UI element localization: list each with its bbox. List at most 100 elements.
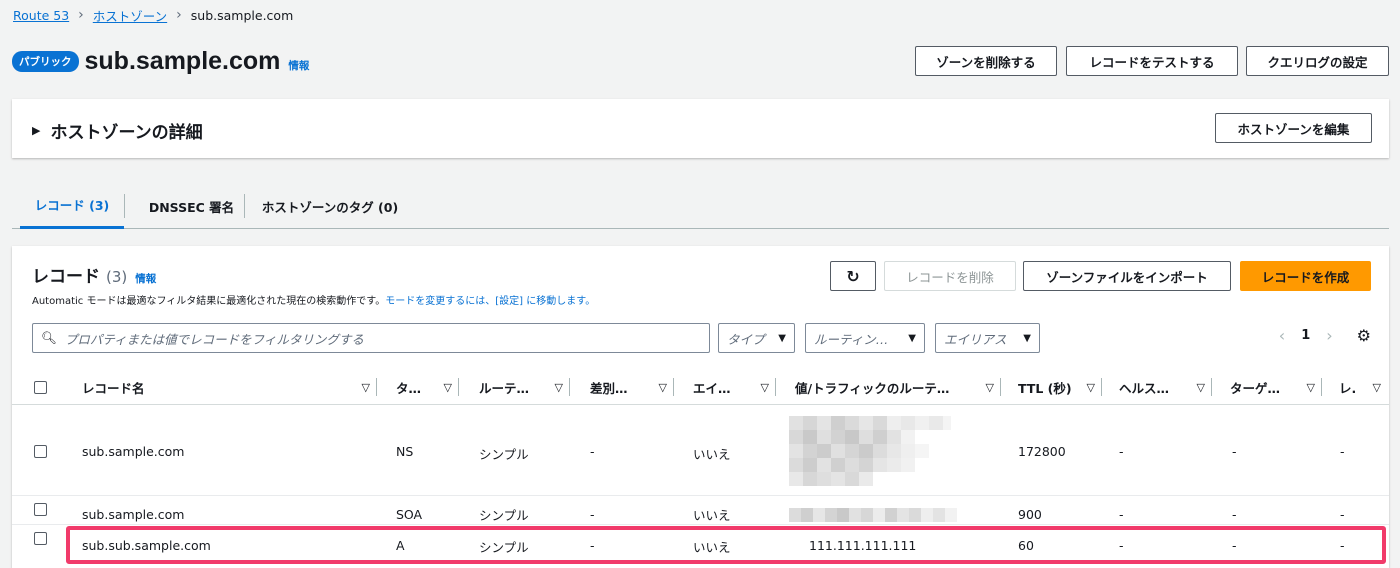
record-ttl: 60 xyxy=(1018,538,1034,553)
records-count: (3) xyxy=(106,268,128,286)
create-record-button[interactable]: レコードを作成 xyxy=(1240,261,1371,291)
records-heading: レコード (3) 情報 xyxy=(32,262,156,287)
caret-down-icon: ▼ xyxy=(908,332,916,344)
col-record-id[interactable]: レ. ▽ xyxy=(1339,369,1387,405)
record-routing: シンプル xyxy=(479,447,529,462)
select-all-checkbox[interactable] xyxy=(34,381,47,394)
record-routing: シンプル xyxy=(479,540,529,555)
col-value[interactable]: 値/トラフィックのルーテ… ▽ xyxy=(795,369,1000,405)
col-ttl[interactable]: TTL (秒) ▽ xyxy=(1018,369,1101,405)
settings-link[interactable]: モードを変更するには、[設定] に移動します。 xyxy=(385,296,595,307)
gear-icon[interactable]: ⚙ xyxy=(1357,326,1371,345)
row-checkbox[interactable] xyxy=(34,503,47,516)
sort-icon: ▽ xyxy=(1372,380,1381,394)
record-type: A xyxy=(396,538,405,553)
description-text: Automatic モードは最適なフィルタ結果に最適化された現在の検索動作です。 xyxy=(32,296,386,307)
edit-hosted-zone-button[interactable]: ホストゾーンを編集 xyxy=(1215,113,1372,143)
hosted-zone-details-panel: ▶ ホストゾーンの詳細 ホストゾーンを編集 xyxy=(12,99,1389,158)
sort-icon: ▽ xyxy=(361,380,370,394)
table-row[interactable]: sub.sample.com SOA シンプル - いいえ 900 - - - xyxy=(12,496,1389,525)
tab-dnssec[interactable]: DNSSEC 署名 xyxy=(139,183,244,229)
record-name: sub.sample.com xyxy=(82,507,185,522)
public-badge: パブリック xyxy=(12,50,79,72)
info-link[interactable]: 情報 xyxy=(288,58,309,73)
tab-divider xyxy=(124,194,125,218)
col-health[interactable]: ヘルス… ▽ xyxy=(1119,369,1211,405)
record-routing: シンプル xyxy=(479,508,529,523)
chevron-left-icon[interactable]: ‹ xyxy=(1279,326,1285,345)
breadcrumb-route53[interactable]: Route 53 xyxy=(13,8,69,23)
details-title: ホストゾーンの詳細 xyxy=(50,123,203,143)
import-zone-file-button[interactable]: ゾーンファイルをインポート xyxy=(1023,261,1231,291)
chevron-right-icon: › xyxy=(78,7,84,23)
records-description: Automatic モードは最適なフィルタ結果に最適化された現在の検索動作です。… xyxy=(32,292,595,307)
delete-zone-button[interactable]: ゾーンを削除する xyxy=(915,46,1057,76)
sort-icon: ▽ xyxy=(658,380,667,394)
col-alias[interactable]: エイ… ▽ xyxy=(693,369,775,405)
col-differentiator[interactable]: 差別… ▽ xyxy=(590,369,673,405)
tab-records[interactable]: レコード (3) xyxy=(20,183,124,229)
records-panel: レコード (3) 情報 Automatic モードは最適なフィルタ結果に最適化さ… xyxy=(12,246,1389,568)
record-differentiator: - xyxy=(590,507,595,522)
record-ttl: 172800 xyxy=(1018,444,1066,459)
sort-icon: ▽ xyxy=(554,380,563,394)
record-id: - xyxy=(1340,507,1345,522)
delete-record-button[interactable]: レコードを削除 xyxy=(884,261,1016,291)
type-filter-label: タイプ xyxy=(727,331,765,347)
type-filter-dropdown[interactable]: タイプ ▼ xyxy=(718,323,795,353)
refresh-button[interactable]: ↻ xyxy=(830,261,876,291)
record-alias: いいえ xyxy=(693,508,731,523)
col-target[interactable]: ターゲ… ▽ xyxy=(1230,369,1321,405)
record-id: - xyxy=(1340,444,1345,459)
alias-filter-label: エイリアス xyxy=(944,331,1007,347)
record-alias: いいえ xyxy=(693,447,731,462)
page-header: パブリック sub.sample.com 情報 xyxy=(12,44,309,78)
caret-down-icon: ▼ xyxy=(1023,332,1031,344)
table-header: レコード名 ▽ タ… ▽ ルーテ… ▽ 差別… ▽ エイ… ▽ 値/トラフィックのルーテ…… xyxy=(12,369,1389,405)
record-differentiator: - xyxy=(590,444,595,459)
routing-filter-dropdown[interactable]: ルーティン… ▼ xyxy=(805,323,925,353)
sort-icon: ▽ xyxy=(985,380,994,394)
breadcrumb-current: sub.sample.com xyxy=(190,7,294,23)
record-target: - xyxy=(1232,507,1237,522)
search-icon: 🔍︎ xyxy=(41,330,57,345)
record-health: - xyxy=(1119,444,1124,459)
test-record-button[interactable]: レコードをテストする xyxy=(1066,46,1238,76)
caret-right-icon: ▶ xyxy=(32,124,41,137)
col-record-name[interactable]: レコード名 ▽ xyxy=(82,369,376,405)
sort-icon: ▽ xyxy=(1086,380,1095,394)
search-placeholder: プロパティまたは値でレコードをフィルタリングする xyxy=(64,331,364,347)
record-type: NS xyxy=(396,444,414,459)
col-routing[interactable]: ルーテ… ▽ xyxy=(479,369,569,405)
sort-icon: ▽ xyxy=(1196,380,1205,394)
page-title: sub.sample.com xyxy=(84,46,281,75)
routing-filter-label: ルーティン… xyxy=(814,331,889,347)
record-differentiator: - xyxy=(590,538,595,553)
refresh-icon: ↻ xyxy=(846,266,860,286)
record-id: - xyxy=(1340,538,1345,553)
chevron-right-icon[interactable]: › xyxy=(1326,326,1332,345)
records-title: レコード xyxy=(32,267,100,287)
caret-down-icon: ▼ xyxy=(778,332,786,344)
tab-tags[interactable]: ホストゾーンのタグ (0) xyxy=(259,183,401,229)
col-type[interactable]: タ… ▽ xyxy=(396,369,458,405)
breadcrumb-hosted-zones[interactable]: ホストゾーン xyxy=(93,6,167,25)
records-info-link[interactable]: 情報 xyxy=(135,271,156,286)
tab-divider xyxy=(244,194,245,218)
details-expander[interactable]: ▶ ホストゾーンの詳細 xyxy=(32,118,203,143)
record-alias: いいえ xyxy=(693,540,731,555)
row-checkbox[interactable] xyxy=(34,445,47,458)
search-input[interactable]: 🔍︎ プロパティまたは値でレコードをフィルタリングする xyxy=(32,323,710,353)
record-type: SOA xyxy=(396,507,423,522)
page-number[interactable]: 1 xyxy=(1301,328,1310,343)
row-checkbox[interactable] xyxy=(34,532,47,545)
alias-filter-dropdown[interactable]: エイリアス ▼ xyxy=(935,323,1040,353)
sort-icon: ▽ xyxy=(443,380,452,394)
table-row[interactable]: sub.sub.sample.com A シンプル - いいえ 111.111.… xyxy=(12,525,1389,568)
table-row[interactable]: sub.sample.com NS シンプル - いいえ 172800 - - … xyxy=(12,406,1389,496)
query-log-button[interactable]: クエリログの設定 xyxy=(1246,46,1389,76)
record-target: - xyxy=(1232,444,1237,459)
record-health: - xyxy=(1119,538,1124,553)
record-target: - xyxy=(1232,538,1237,553)
breadcrumb: Route 53 › ホストゾーン › sub.sample.com xyxy=(13,5,293,25)
